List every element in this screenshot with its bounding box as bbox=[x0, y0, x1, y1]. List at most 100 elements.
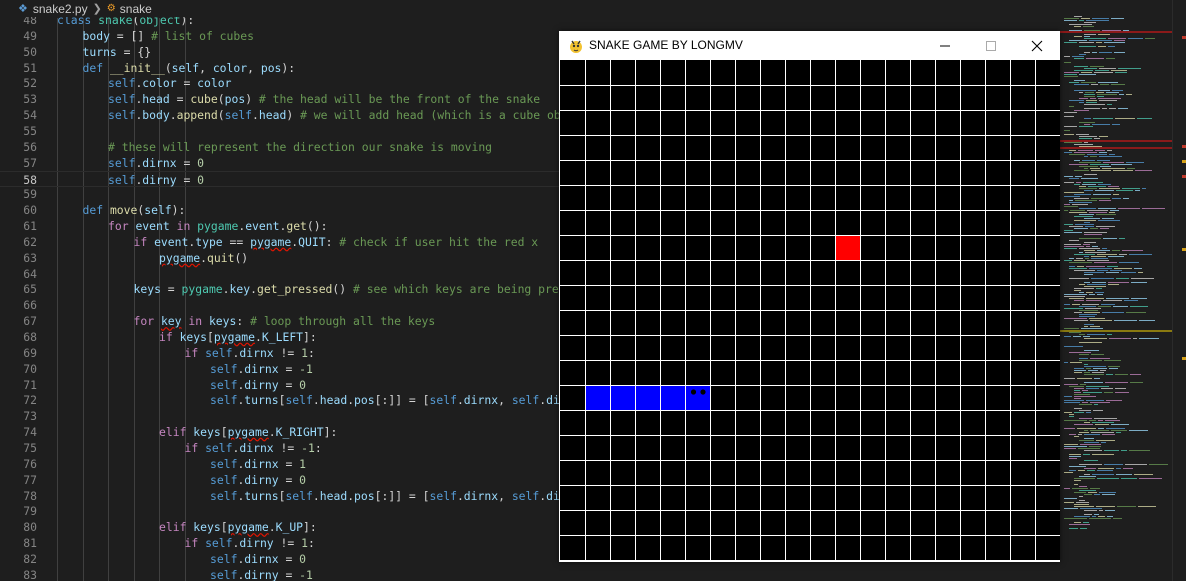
minimap-line bbox=[1076, 182, 1081, 183]
minimap-line bbox=[1098, 82, 1118, 83]
code-text: def __init__(self, color, pos): bbox=[83, 60, 296, 76]
minimap-line bbox=[1074, 216, 1093, 217]
code-token: K_LEFT bbox=[261, 330, 304, 344]
minimap-line bbox=[1080, 384, 1086, 385]
code-token: dirnx bbox=[244, 551, 279, 566]
minimap-line bbox=[1084, 52, 1090, 53]
minimap-line bbox=[1074, 392, 1081, 393]
minimap-line bbox=[1133, 338, 1137, 339]
minimize-button[interactable] bbox=[922, 31, 968, 60]
line-number: 55 bbox=[23, 123, 37, 138]
minimap-line bbox=[1102, 218, 1114, 219]
line-number: 54 bbox=[23, 108, 37, 123]
minimap-line bbox=[1127, 168, 1135, 169]
minimap-line bbox=[1092, 422, 1114, 423]
minimap-line bbox=[1089, 212, 1107, 213]
minimap-line bbox=[1069, 470, 1076, 471]
code-token: [ bbox=[207, 330, 214, 344]
minimap-line bbox=[1086, 246, 1090, 247]
minimap-line bbox=[1097, 270, 1108, 271]
code-token: turns bbox=[82, 44, 117, 59]
minimap-line bbox=[1103, 238, 1117, 239]
code-token: self bbox=[171, 60, 200, 75]
code-token: 0 bbox=[299, 472, 307, 487]
code-token: dirnx bbox=[239, 440, 274, 455]
minimap-line bbox=[1085, 252, 1106, 253]
code-token: if bbox=[184, 345, 206, 360]
line-number: 79 bbox=[23, 504, 37, 519]
minimap-line bbox=[1084, 104, 1105, 105]
minimap-line bbox=[1097, 254, 1117, 255]
minimap-line bbox=[1064, 396, 1072, 397]
maximize-button[interactable] bbox=[968, 31, 1014, 60]
minimap-line bbox=[1074, 370, 1086, 371]
minimap-line bbox=[1081, 18, 1090, 19]
minimap-line bbox=[1064, 420, 1087, 421]
breadcrumb-file[interactable]: snake2.py bbox=[33, 2, 88, 16]
line-number: 62 bbox=[23, 234, 37, 249]
minimap-line bbox=[1069, 416, 1074, 417]
code-token: pygame bbox=[181, 282, 223, 297]
editor-scrollbar[interactable] bbox=[1172, 0, 1186, 581]
minimap-line bbox=[1114, 52, 1125, 53]
code-text: self.dirnx = 0 bbox=[210, 551, 306, 567]
line-number: 77 bbox=[23, 472, 37, 487]
minimap-line bbox=[1084, 36, 1090, 37]
minimap-line bbox=[1109, 368, 1118, 369]
minimap-line bbox=[1074, 66, 1088, 67]
minimap-line bbox=[1098, 208, 1116, 209]
code-token: dirnx bbox=[244, 456, 279, 471]
code-token: self bbox=[511, 393, 540, 408]
minimap-line bbox=[1088, 186, 1106, 187]
line-number: 53 bbox=[23, 92, 37, 107]
code-token: ( bbox=[217, 108, 225, 123]
line-number: 80 bbox=[23, 520, 37, 535]
minimap-line bbox=[1074, 436, 1079, 437]
minimap-line bbox=[1074, 26, 1081, 27]
minimap-line bbox=[1113, 194, 1119, 195]
minimap-line bbox=[1084, 118, 1091, 119]
minimap-line bbox=[1104, 392, 1113, 393]
code-token: QUIT bbox=[298, 234, 326, 249]
minimap-line bbox=[1069, 414, 1074, 415]
minimap-line bbox=[1064, 328, 1079, 329]
minimap-line bbox=[1079, 316, 1095, 317]
minimap-line bbox=[1130, 382, 1143, 383]
line-number: 65 bbox=[23, 282, 37, 297]
code-token: self bbox=[429, 393, 457, 408]
minimap-line bbox=[1079, 440, 1094, 441]
minimap-line bbox=[1087, 334, 1105, 335]
game-titlebar[interactable]: SNAKE GAME BY LONGMV bbox=[559, 31, 1060, 60]
code-token: dirny bbox=[244, 472, 279, 487]
minimap-line bbox=[1095, 150, 1105, 151]
minimap-line bbox=[1107, 150, 1112, 151]
code-token: pos bbox=[260, 60, 282, 75]
snake-body-cube bbox=[661, 386, 685, 410]
minimap[interactable] bbox=[1060, 0, 1172, 581]
code-token: for bbox=[133, 314, 161, 329]
code-token: in bbox=[181, 314, 209, 329]
code-token: 1 bbox=[299, 456, 307, 471]
code-token: = bbox=[176, 76, 198, 91]
minimap-line bbox=[1115, 72, 1127, 73]
minimap-line bbox=[1084, 382, 1103, 383]
breadcrumb-symbol[interactable]: snake bbox=[120, 2, 152, 16]
code-line[interactable]: 83 self.dirny = -1 bbox=[0, 567, 1060, 581]
line-number: 52 bbox=[23, 76, 37, 91]
minimap-line bbox=[1111, 424, 1129, 425]
minimap-line bbox=[1069, 106, 1074, 107]
game-window[interactable]: SNAKE GAME BY LONGMV bbox=[559, 31, 1060, 562]
minimap-line bbox=[1104, 450, 1119, 451]
code-token: get_pressed bbox=[256, 282, 333, 297]
close-button[interactable] bbox=[1014, 31, 1060, 60]
minimap-line bbox=[1121, 272, 1136, 273]
minimap-line bbox=[1107, 516, 1113, 517]
minimap-line bbox=[1129, 430, 1148, 431]
minimap-line bbox=[1069, 258, 1074, 259]
code-token: # loop through all the keys bbox=[250, 314, 436, 329]
minimap-line bbox=[1095, 292, 1104, 293]
minimap-line bbox=[1064, 182, 1074, 183]
minimap-line bbox=[1074, 144, 1093, 145]
code-token: ]: bbox=[303, 330, 317, 344]
minimap-line bbox=[1079, 500, 1085, 501]
